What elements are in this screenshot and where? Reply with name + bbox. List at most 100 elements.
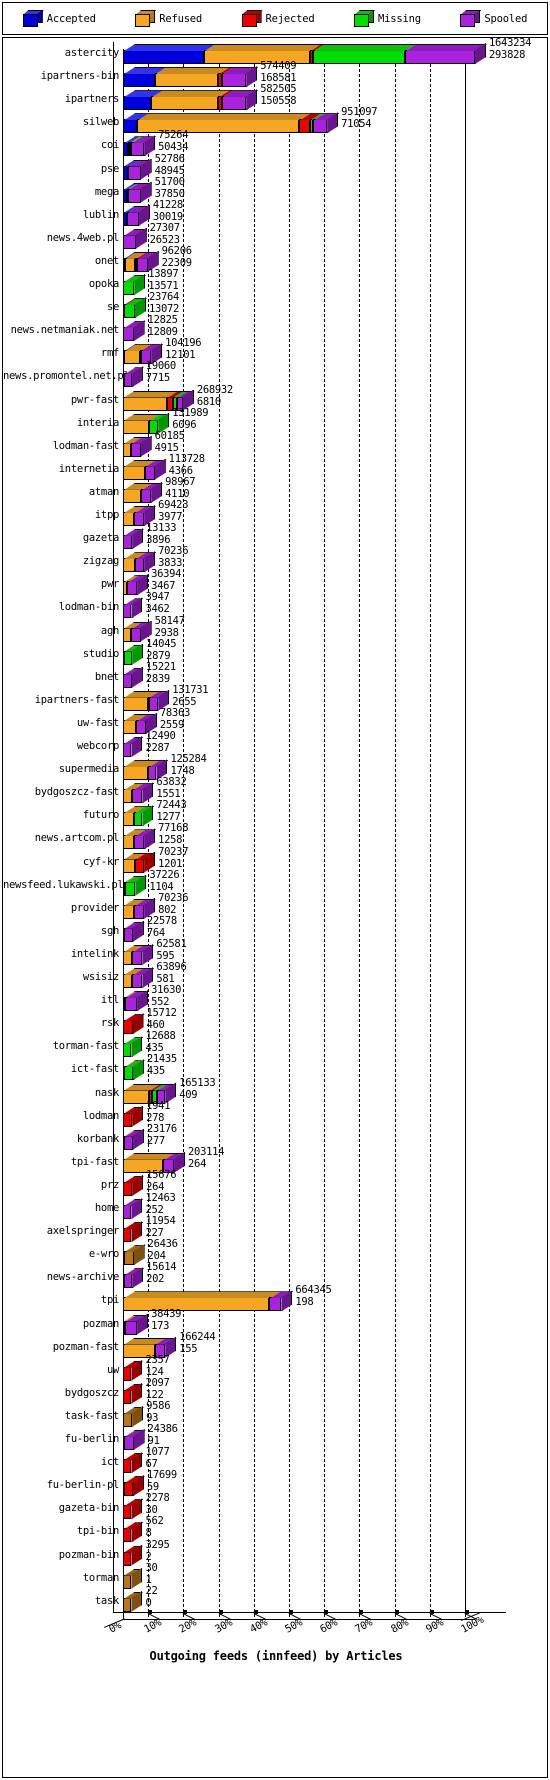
bar-segment-refused (123, 760, 161, 781)
value-label-primary: 77168 (158, 822, 189, 835)
value-label-primary: 131731 (172, 683, 209, 696)
chart-row: uw 2357 124 (3, 1354, 549, 1382)
bar-segment-spooled (136, 713, 158, 734)
bar-segment-spooled (123, 598, 144, 619)
legend-label: Rejected (265, 12, 315, 25)
chart-row: rsk 15712 460 (3, 1007, 549, 1035)
bar-segment-spooled (134, 506, 157, 526)
bar-segment-spooled (131, 621, 153, 642)
category-label: bydgoszcz-fast (34, 786, 120, 799)
bar-segment-spooled (148, 760, 169, 781)
bar-segment-accepted (123, 67, 167, 88)
category-label: cyf-kr (82, 855, 119, 868)
bar-segment-refused (123, 968, 145, 988)
value-label-primary: 22578 (146, 914, 177, 927)
category-label: news.netmaniak.net (10, 324, 120, 337)
value-label-primary: 63832 (156, 776, 187, 789)
category-label: pozman-fast (52, 1340, 120, 1353)
bar-segment-spooled (141, 482, 164, 503)
chart-page: Accepted Refused Rejected Missing Spooled as… (0, 0, 550, 1780)
value-label-secondary: 0 (145, 1596, 152, 1609)
category-label: news.artcom.pl (34, 832, 120, 845)
x-axis-title: Outgoing feeds (innfeed) by Articles (149, 1648, 403, 1663)
bar-segment-spooled (136, 251, 160, 272)
x-tick-label: 0% (107, 1619, 124, 1636)
bar-segment-refuseddark (123, 1591, 144, 1612)
category-label: axelspringer (46, 1225, 120, 1238)
chart-row: news-archive 15614 202 (3, 1261, 549, 1289)
bar-segment-rejected (124, 1476, 145, 1497)
category-label: itl (100, 994, 119, 1007)
chart-row: studio 14045 2879 (3, 638, 549, 666)
chart-row: axelspringer 11954 227 (3, 1215, 549, 1243)
bar-segment-spooled (124, 1268, 145, 1289)
value-label-primary: 2097 (145, 1376, 170, 1389)
value-label-secondary: 409 (179, 1088, 198, 1101)
value-label-secondary: 293828 (489, 49, 526, 61)
bar-segment-spooled (221, 67, 259, 88)
bar-segment-spooled (124, 921, 145, 942)
category-label: pozman-bin (58, 1548, 120, 1561)
chart-row: supermedia 125284 1748 (3, 753, 549, 781)
value-label-primary: 15676 (146, 1168, 177, 1181)
value-label-primary: 24386 (147, 1423, 178, 1435)
value-label-primary: 2357 (145, 1353, 170, 1366)
bar-segment-spooled (127, 205, 151, 226)
cube-icon (460, 10, 482, 27)
value-label-secondary: 155 (179, 1342, 198, 1355)
chart-legend: Accepted Refused Rejected Missing Spooled (2, 2, 548, 35)
chart-row: tpi-bin 562 8 (3, 1515, 549, 1543)
bar-segment-spooled (132, 783, 155, 804)
value-label-primary: 3295 (145, 1538, 170, 1551)
bar-segment-accepted (123, 44, 216, 64)
value-label-primary: 12490 (145, 730, 176, 742)
category-label: bydgoszcz (64, 1386, 120, 1399)
bar-segment-refused (123, 413, 162, 434)
chart-row: gazeta-bin 2278 30 (3, 1492, 549, 1520)
bar-segment-spooled (123, 667, 144, 688)
bar-segment-refused (123, 482, 154, 503)
bar-segment-spooled (313, 113, 340, 134)
chart-row: zigzag 70236 3833 (3, 545, 549, 573)
chart-row: cyf-kr 70237 1201 (3, 846, 549, 874)
category-label: uw-fast (76, 716, 119, 729)
bar-segment-accepted (123, 90, 164, 111)
value-label-secondary: 277 (146, 1134, 165, 1147)
value-label-primary: 15614 (146, 1261, 177, 1274)
value-label-primary: 15712 (146, 1007, 177, 1020)
bar-segment-refused (124, 344, 152, 365)
value-label-primary: 664345 (295, 1284, 332, 1297)
bar-segment-missing (133, 806, 155, 827)
chart-row: tpi 664345 198 (3, 1284, 549, 1312)
category-label: pwr-fast (70, 393, 119, 406)
bar-segment-missing (124, 1060, 145, 1081)
legend-item-spooled: Spooled (460, 10, 527, 27)
value-label-primary: 1941 (146, 1099, 171, 1112)
bar-segment-missing (123, 275, 147, 295)
value-label-primary: 1077 (145, 1446, 170, 1459)
bar-segment-spooled (125, 991, 150, 1012)
chart-row: home 12463 252 (3, 1192, 549, 1220)
category-label: wsisiz (82, 971, 119, 983)
category-label: agh (100, 624, 119, 637)
chart-row: pozman-bin 3295 2 (3, 1539, 549, 1567)
bar-segment-refused (123, 713, 149, 734)
bar-segment-refused (123, 783, 145, 804)
value-label-primary: 166244 (179, 1330, 216, 1343)
value-label-primary: 70237 (158, 845, 189, 858)
chart-row: silweb 951097 71054 (3, 106, 549, 134)
chart-row: task-fast 9586 93 (3, 1400, 549, 1428)
chart-row: onet 96206 22309 (3, 245, 549, 273)
chart-row: tpi-fast 203114 264 (3, 1146, 549, 1174)
bar-segment-spooled (221, 90, 259, 111)
category-label: rsk (100, 1017, 119, 1030)
bar-segment-refused (123, 944, 145, 965)
category-label: news.promontel.net.pl (3, 370, 130, 383)
cube-icon (22, 10, 44, 27)
chart-row: coi 75264 50434 (3, 129, 549, 157)
chart-row: bydgoszcz-fast 63832 1551 (3, 776, 549, 804)
legend-item-accepted: Accepted (22, 10, 96, 27)
bar-segment-spooled (124, 1430, 146, 1450)
value-label-primary: 17699 (146, 1469, 177, 1482)
value-label-primary: 60185 (154, 429, 185, 442)
